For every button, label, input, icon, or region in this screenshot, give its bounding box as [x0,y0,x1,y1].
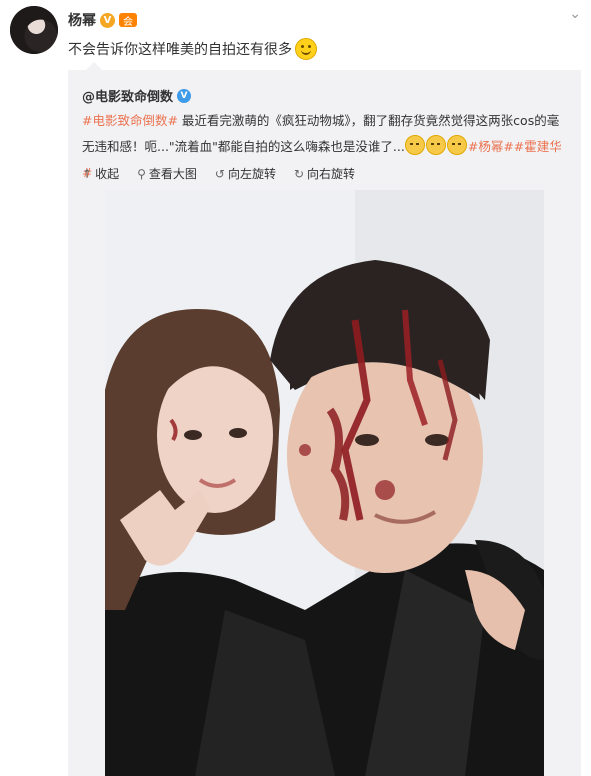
rotate-right-button[interactable]: ↻ 向右旋转 [294,165,355,182]
selfie-photo[interactable] [105,190,544,776]
rotate-left-label: 向左旋转 [227,167,276,181]
rotate-right-label: 向右旋转 [307,167,356,181]
author-name[interactable]: 杨幂 [68,10,96,30]
post-text-content: 不会告诉你这样唯美的自拍还有很多 [68,42,292,58]
collapse-label: 收起 [95,167,120,181]
rotate-left-button[interactable]: ↺ 向左旋转 [215,165,276,182]
chevron-down-icon[interactable]: ⌄ [569,6,581,22]
rotate-left-icon: ↺ [214,166,225,181]
rotate-right-icon: ↻ [293,166,305,181]
cat-emoji-icon [446,135,467,155]
view-large-button[interactable]: ⚲ 查看大图 [137,165,197,182]
topic-tag-link[interactable]: #电影致命倒数# [82,113,178,128]
image-toolbar: ↑ 收起 ⚲ 查看大图 ↺ 向左旋转 ↻ 向右旋转 [82,165,355,182]
repost-box: @电影致命倒数 V #电影致命倒数# 最近看完激萌的《疯狂动物城》，翻了翻存货竟… [68,62,581,776]
verified-badge-icon: V [100,12,115,28]
magnifier-icon: ⚲ [137,166,146,181]
weibo-post: 杨幂 V 会 ⌄ 不会告诉你这样唯美的自拍还有很多 @电影致命倒数 V #电影致… [0,0,591,776]
smile-emoji-icon [295,38,317,60]
member-badge-icon[interactable]: 会 [119,13,137,28]
collapse-button[interactable]: ↑ 收起 [82,165,119,182]
arrow-up-icon: ↑ [82,166,93,181]
author-row: 杨幂 V 会 [68,10,137,30]
view-large-label: 查看大图 [148,167,197,181]
verified-blue-icon: V [177,88,192,103]
cat-emoji-icon [425,135,446,155]
repost-author-row: @电影致命倒数 V [82,86,192,105]
cat-emoji-icon [404,135,425,155]
repost-author-name[interactable]: @电影致命倒数 [82,86,173,105]
post-text: 不会告诉你这样唯美的自拍还有很多 [68,38,317,60]
user-avatar[interactable] [10,6,58,54]
